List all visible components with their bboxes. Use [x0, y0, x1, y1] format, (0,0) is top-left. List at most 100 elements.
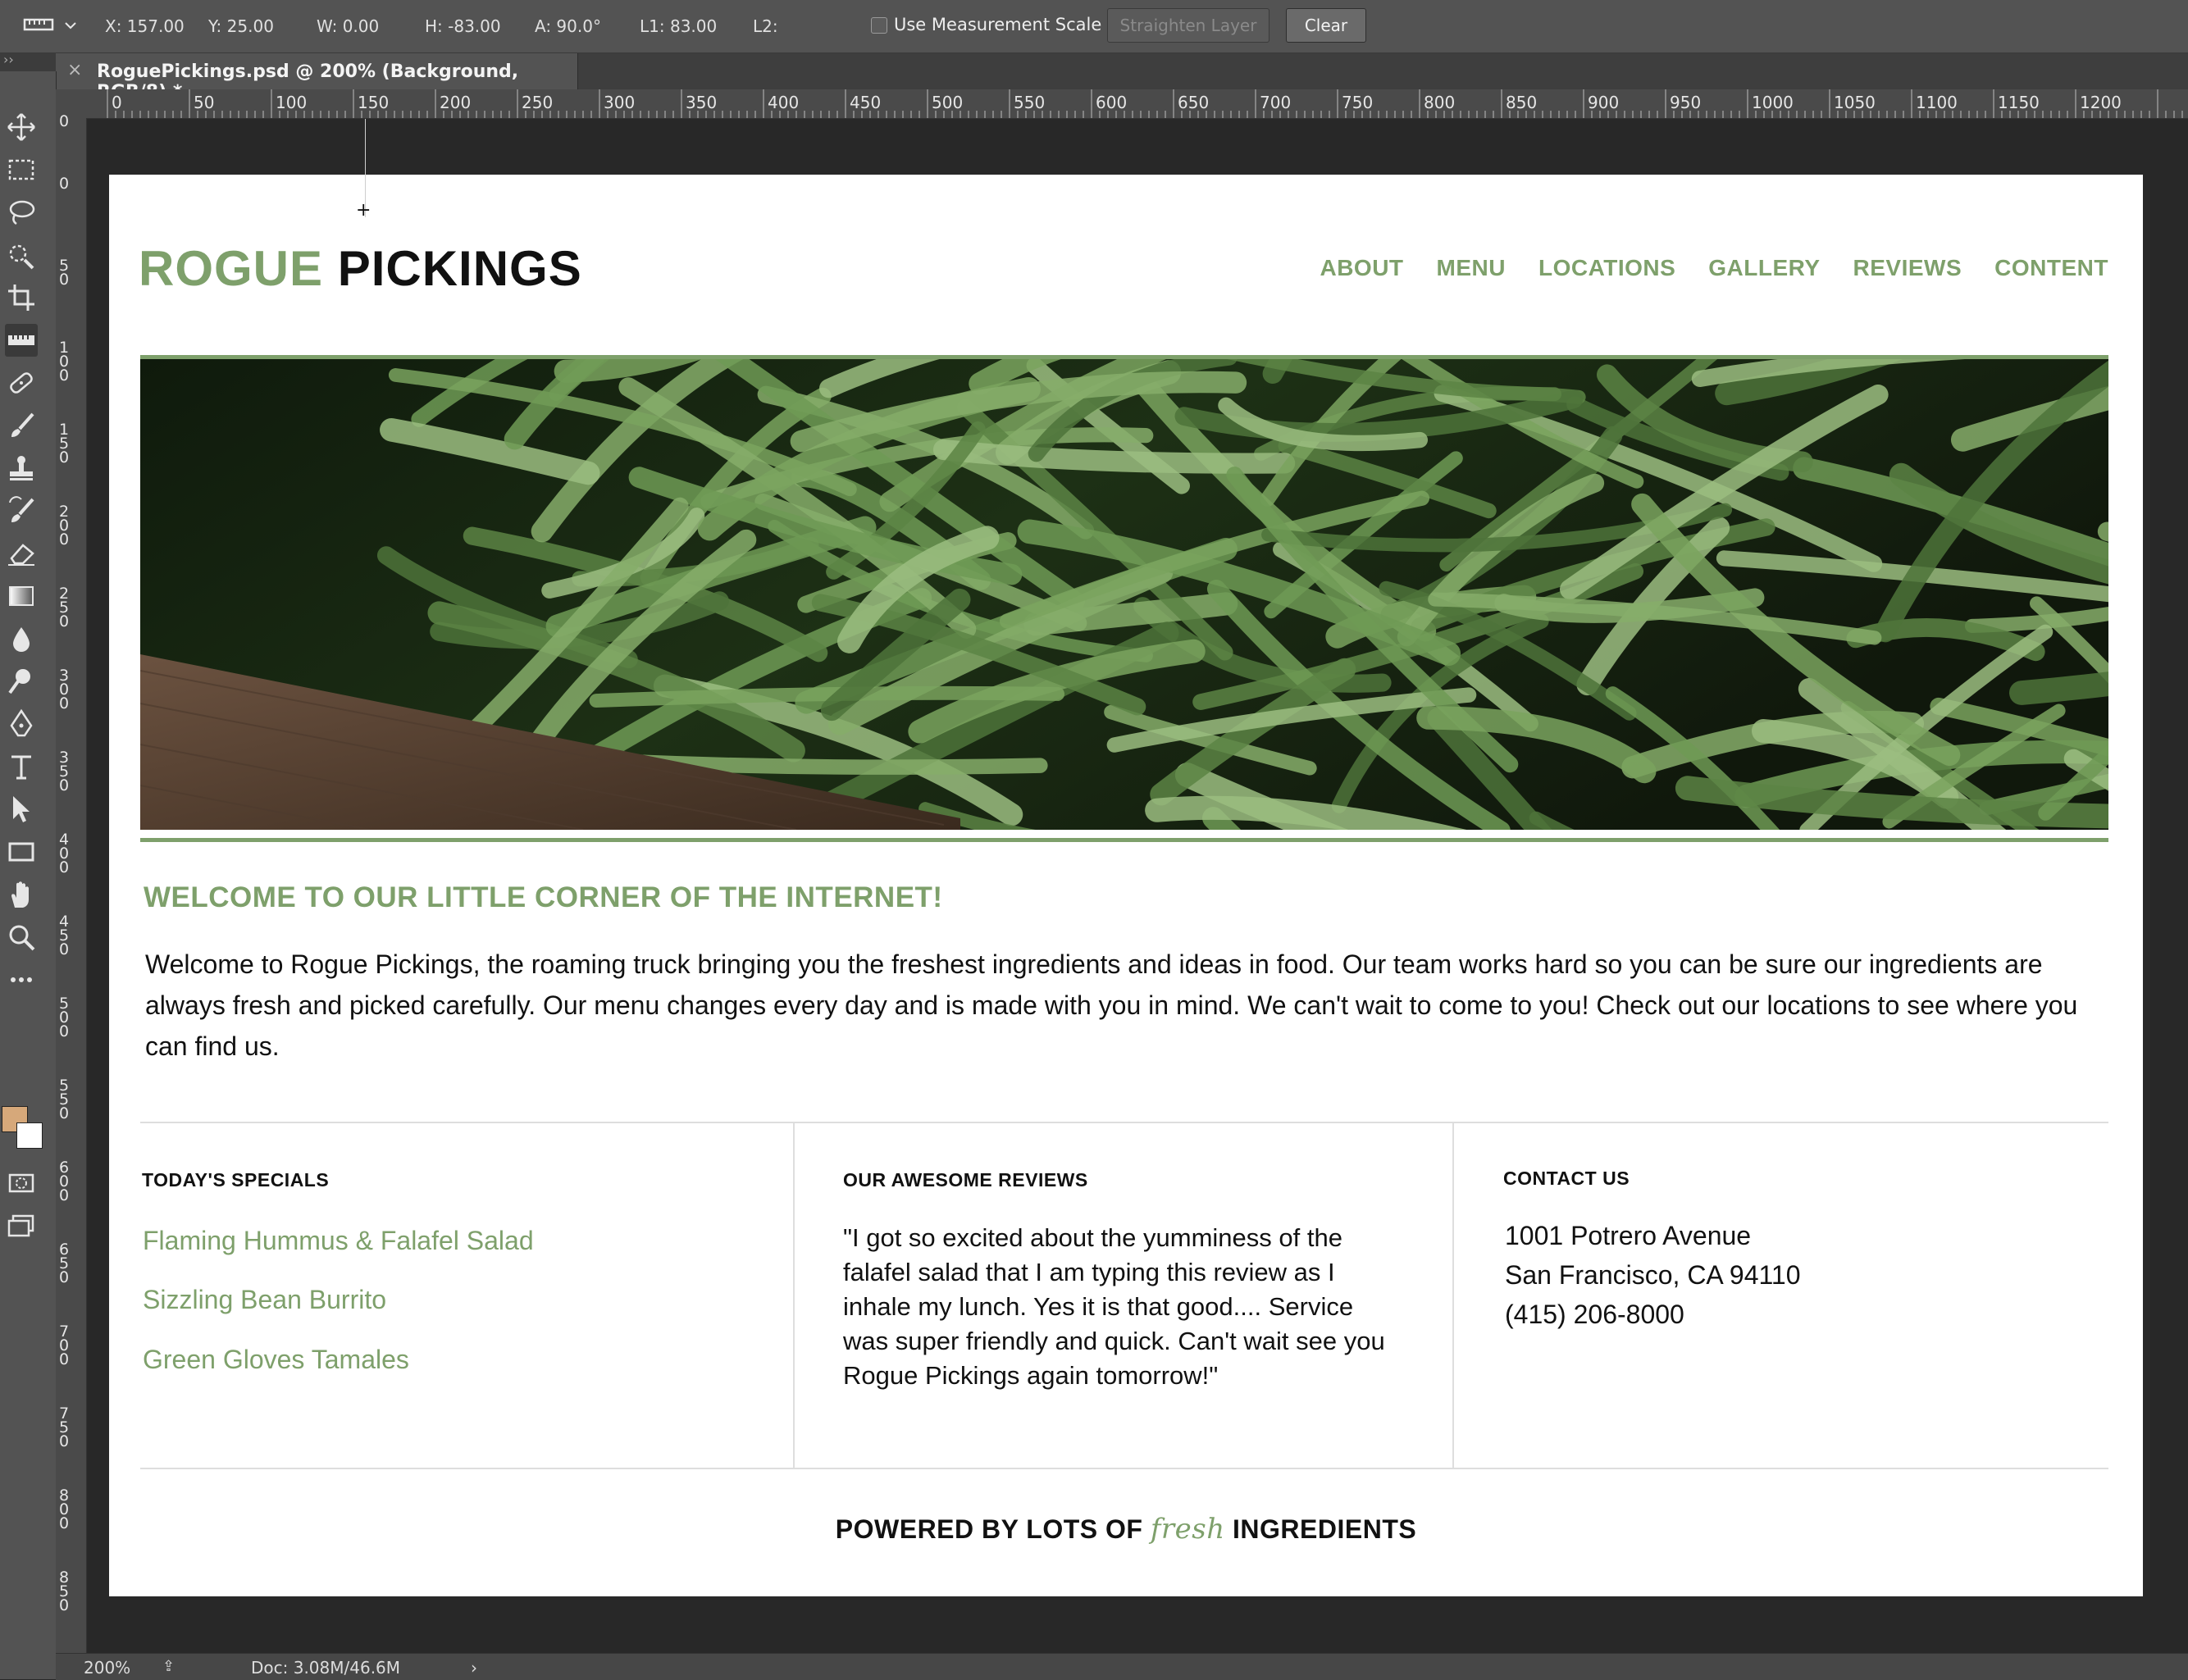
status-bar: 200% ⇪ Doc: 3.08M/46.6M › — [56, 1653, 2188, 1680]
rectangle-icon[interactable] — [5, 835, 38, 868]
history-brush-icon[interactable] — [5, 494, 38, 527]
path-select-icon[interactable] — [5, 793, 38, 826]
contact-street: 1001 Potrero Avenue — [1505, 1221, 1752, 1250]
tools-panel — [0, 71, 57, 1679]
document-canvas[interactable]: ROGUE PICKINGS ABOUT MENU LOCATIONS GALL… — [109, 175, 2143, 1596]
blur-icon[interactable] — [5, 622, 38, 655]
ruler-icon — [23, 18, 76, 31]
brush-icon[interactable] — [5, 409, 38, 442]
straighten-layer-button[interactable]: Straighten Layer — [1107, 8, 1269, 43]
clear-button[interactable]: Clear — [1286, 8, 1366, 43]
status-arrow-icon[interactable]: › — [471, 1658, 477, 1678]
use-measurement-scale-checkbox[interactable] — [871, 17, 887, 34]
angle-readout: A: 90.0° — [535, 16, 601, 36]
quick-mask-icon[interactable] — [5, 1167, 38, 1200]
ruler-label: 550 — [59, 1077, 70, 1122]
crosshair-cursor-icon: + — [356, 200, 372, 221]
ruler-label: 200 — [59, 503, 70, 549]
l2-readout: L2: — [753, 16, 778, 36]
special-item: Flaming Hummus & Falafel Salad — [143, 1226, 534, 1255]
welcome-paragraph: Welcome to Rogue Pickings, the roaming t… — [145, 949, 2078, 1061]
footer-text-2: INGREDIENTS — [1233, 1514, 1417, 1544]
lasso-icon[interactable] — [5, 196, 38, 229]
ruler-tool-icon[interactable] — [5, 324, 38, 357]
ruler-label: 950 — [1670, 93, 1702, 112]
ruler-label: 500 — [59, 995, 70, 1040]
nav-reviews: REVIEWS — [1853, 255, 1962, 280]
ruler-label: 850 — [1506, 93, 1538, 112]
tool-preset-picker[interactable] — [20, 11, 77, 41]
l1-readout: L1: 83.00 — [640, 16, 718, 36]
pen-icon[interactable] — [5, 708, 38, 740]
x-readout: X: 157.00 — [105, 16, 185, 36]
logo-word-pickings: PICKINGS — [337, 241, 582, 296]
column-divider — [793, 1123, 795, 1468]
ruler-label: 600 — [1096, 93, 1128, 112]
special-item: Green Gloves Tamales — [143, 1345, 409, 1374]
more-icon[interactable] — [5, 963, 38, 996]
ruler-label: 700 — [1260, 93, 1292, 112]
ruler-label: 700 — [59, 1323, 70, 1368]
options-bar: X: 157.00 Y: 25.00 W: 0.00 H: -83.00 A: … — [0, 0, 2188, 53]
ruler-label: 400 — [768, 93, 800, 112]
marquee-icon[interactable] — [5, 153, 38, 186]
ruler-label: 100 — [59, 339, 70, 385]
dodge-icon[interactable] — [5, 665, 38, 698]
type-icon[interactable] — [5, 750, 38, 783]
ruler-label: 750 — [59, 1405, 70, 1450]
stamp-icon[interactable] — [5, 452, 38, 485]
ruler-label: 350 — [686, 93, 718, 112]
y-readout: Y: 25.00 — [208, 16, 274, 36]
ruler-label: 450 — [59, 913, 70, 958]
contact-city: San Francisco, CA 94110 — [1505, 1260, 1801, 1290]
quick-select-icon[interactable] — [5, 239, 38, 271]
welcome-heading: WELCOME TO OUR LITTLE CORNER OF THE INTE… — [144, 881, 943, 913]
ruler-label: 300 — [59, 667, 70, 713]
contact-heading: CONTACT US — [1503, 1168, 1630, 1189]
crop-icon[interactable] — [5, 281, 38, 314]
move-icon[interactable] — [5, 111, 38, 143]
zoom-icon[interactable] — [5, 921, 38, 954]
document-tab[interactable]: × RoguePickings.psd @ 200% (Background, … — [56, 53, 578, 102]
doc-size[interactable]: Doc: 3.08M/46.6M — [251, 1658, 400, 1678]
top-ruler[interactable]: 0 50 100 150 200 250 300 350 400 450 500… — [86, 89, 2188, 119]
ruler-label: 150 — [358, 93, 390, 112]
w-readout: W: 0.00 — [317, 16, 380, 36]
ruler-label: 800 — [1424, 93, 1456, 112]
ruler-label: 1100 — [1916, 93, 1958, 112]
ruler-label: 1050 — [1834, 93, 1876, 112]
screen-mode-icon[interactable] — [5, 1209, 38, 1242]
ruler-label: 50 — [59, 257, 70, 289]
eraser-icon[interactable] — [5, 537, 38, 570]
ruler-label: 300 — [604, 93, 636, 112]
ruler-label: 750 — [1342, 93, 1374, 112]
gradient-icon[interactable] — [5, 580, 38, 612]
contact-phone: (415) 206-8000 — [1505, 1300, 1684, 1329]
nav-gallery: GALLERY — [1708, 255, 1821, 280]
hand-icon[interactable] — [5, 878, 38, 911]
ruler-label: 550 — [1014, 93, 1046, 112]
ruler-label: 250 — [59, 585, 70, 631]
logo-word-rogue: ROGUE — [139, 241, 324, 296]
ruler-label: 200 — [440, 93, 472, 112]
left-ruler[interactable]: 0 0 50 100 150 200 250 300 350 400 450 5… — [56, 114, 87, 1653]
ruler-label: 350 — [59, 749, 70, 794]
use-measurement-scale-label: Use Measurement Scale — [894, 15, 1102, 34]
ruler-label: 150 — [59, 421, 70, 467]
ruler-label: 100 — [276, 93, 308, 112]
zoom-level[interactable]: 200% — [84, 1658, 130, 1678]
ruler-label: 50 — [194, 93, 215, 112]
background-color-swatch[interactable] — [16, 1122, 43, 1149]
export-icon[interactable]: ⇪ — [162, 1658, 175, 1675]
ruler-label: 600 — [59, 1159, 70, 1204]
panel-grip[interactable]: ›› — [0, 52, 56, 71]
document-tab-bar: × RoguePickings.psd @ 200% (Background, … — [56, 53, 2188, 102]
footer-tagline: POWERED BY LOTS OF fresh INGREDIENTS — [109, 1513, 2143, 1546]
healing-icon[interactable] — [5, 367, 38, 399]
footer-fresh-word: fresh — [1150, 1513, 1225, 1546]
ruler-label: 250 — [522, 93, 554, 112]
nav-about: ABOUT — [1320, 255, 1404, 280]
column-divider — [1452, 1123, 1454, 1468]
ruler-label: 650 — [59, 1241, 70, 1286]
close-icon[interactable]: × — [67, 60, 82, 80]
